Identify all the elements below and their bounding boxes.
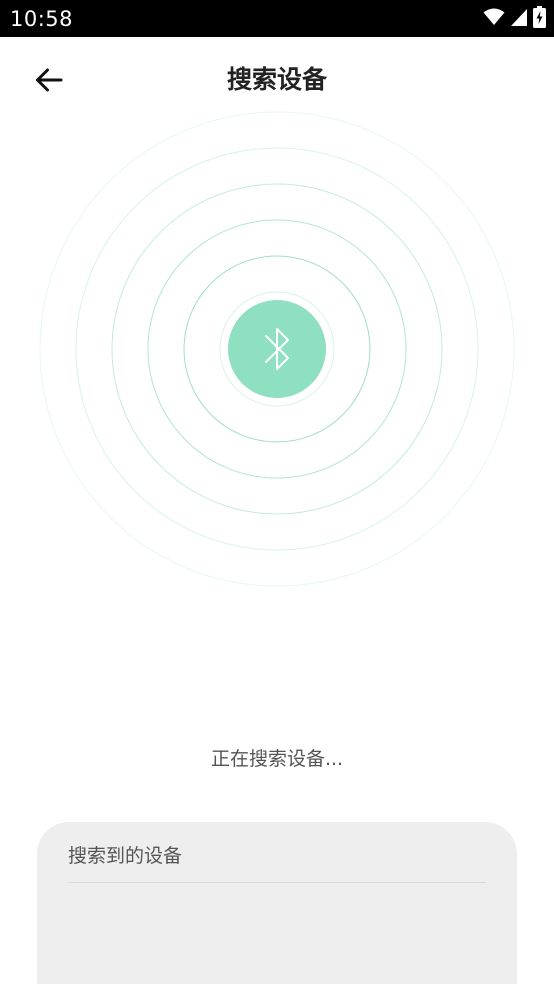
cellular-signal-icon [511, 8, 527, 30]
battery-charging-icon [533, 6, 546, 32]
page-title: 搜索设备 [226, 65, 327, 94]
wifi-icon [483, 8, 505, 30]
search-device-screen: 10:58 搜索设备 正在搜索设备... 搜索到的设备 [0, 0, 554, 984]
found-devices-list [68, 884, 486, 984]
bluetooth-scan-radar [0, 110, 554, 600]
found-devices-title: 搜索到的设备 [68, 845, 183, 867]
status-bar: 10:58 [0, 0, 554, 37]
radar-svg [39, 111, 515, 587]
status-icons [483, 6, 546, 32]
found-devices-card: 搜索到的设备 [37, 822, 517, 984]
bluetooth-scan-button[interactable] [228, 300, 326, 398]
status-time: 10:58 [10, 7, 74, 31]
divider [68, 882, 486, 883]
search-status-text: 正在搜索设备... [210, 748, 344, 770]
